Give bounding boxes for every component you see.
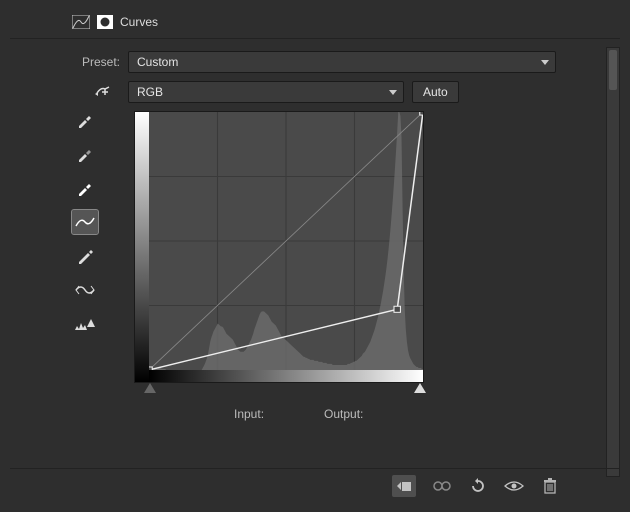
gray-eyedropper-icon[interactable] bbox=[72, 142, 98, 166]
clip-to-layer-icon[interactable] bbox=[392, 475, 416, 497]
panel-title-row: Curves bbox=[10, 8, 620, 39]
curves-panel: Curves Preset: Custom RGB Auto bbox=[0, 0, 630, 512]
curves-adjustment-icon bbox=[72, 14, 90, 30]
output-label: Output: bbox=[324, 407, 363, 421]
layer-mask-icon bbox=[96, 14, 114, 30]
curve-tools bbox=[72, 108, 98, 336]
black-eyedropper-icon[interactable] bbox=[72, 108, 98, 132]
preset-select[interactable]: Custom bbox=[128, 51, 556, 73]
channel-row: RGB Auto bbox=[72, 81, 556, 103]
clip-warning-icon[interactable] bbox=[72, 312, 98, 336]
targeted-adjustment-icon[interactable] bbox=[72, 84, 120, 100]
view-previous-icon[interactable] bbox=[432, 476, 452, 496]
visibility-icon[interactable] bbox=[504, 476, 524, 496]
black-point-handle[interactable] bbox=[144, 383, 156, 393]
channel-select[interactable]: RGB bbox=[128, 81, 404, 103]
scrollbar-thumb[interactable] bbox=[609, 50, 617, 90]
curve-editor: Input: Output: bbox=[134, 111, 556, 421]
pencil-curve-tool-icon[interactable] bbox=[72, 244, 98, 268]
white-eyedropper-icon[interactable] bbox=[72, 176, 98, 200]
auto-button[interactable]: Auto bbox=[412, 81, 459, 103]
auto-label: Auto bbox=[423, 85, 448, 99]
input-output-row: Input: Output: bbox=[134, 397, 556, 421]
channel-value: RGB bbox=[137, 85, 163, 99]
delete-icon[interactable] bbox=[540, 476, 560, 496]
point-curve-tool-icon[interactable] bbox=[72, 210, 98, 234]
curve-grid[interactable] bbox=[134, 111, 424, 383]
preset-value: Custom bbox=[137, 55, 178, 69]
panel-body: Preset: Custom RGB Auto bbox=[10, 39, 620, 477]
panel-scrollbar[interactable] bbox=[606, 47, 620, 477]
preset-row: Preset: Custom bbox=[72, 51, 556, 73]
smooth-curve-icon[interactable] bbox=[72, 278, 98, 302]
input-range-slider[interactable] bbox=[134, 383, 424, 397]
input-gradient bbox=[149, 370, 423, 382]
reset-icon[interactable] bbox=[468, 476, 488, 496]
preset-label: Preset: bbox=[72, 55, 120, 69]
panel-footer bbox=[10, 468, 620, 502]
output-gradient bbox=[135, 112, 149, 382]
panel-title: Curves bbox=[120, 15, 158, 29]
input-label: Input: bbox=[234, 407, 264, 421]
white-point-handle[interactable] bbox=[414, 383, 426, 393]
